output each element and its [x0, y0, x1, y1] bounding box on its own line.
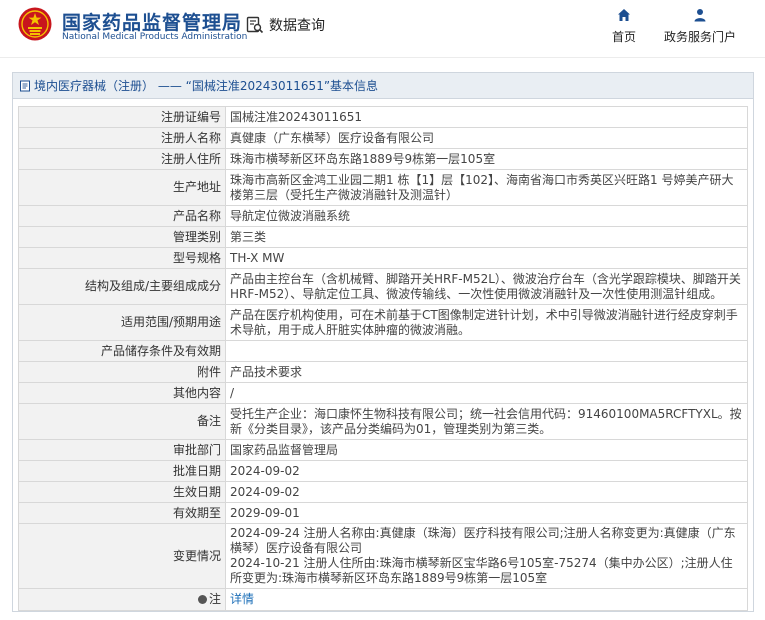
table-row: 审批部门 国家药品监督管理局: [18, 439, 748, 461]
note-value: 详情: [225, 588, 748, 611]
table-row: 适用范围/预期用途 产品在医疗机构使用，可在术前基于CT图像制定进针计划，术中引…: [18, 304, 748, 341]
row-label: 附件: [18, 361, 226, 383]
table-row: 注册人名称 真健康（广东横琴）医疗设备有限公司: [18, 127, 748, 149]
nav-home-button[interactable]: 首页: [606, 8, 642, 45]
table-row: 有效期至 2029-09-01: [18, 502, 748, 524]
table-row: 注 详情: [18, 588, 748, 611]
document-icon: [20, 80, 30, 91]
data-query-icon: [246, 16, 264, 34]
row-label: 其他内容: [18, 382, 226, 404]
nav-portal-label: 政务服务门户: [663, 30, 736, 44]
row-value: 受托生产企业：海口康怀生物科技有限公司；统一社会信用代码：91460100MA5…: [225, 403, 748, 440]
row-value: 导航定位微波消融系统: [225, 205, 748, 227]
row-label: 注册证编号: [18, 106, 226, 128]
row-label: 生产地址: [18, 169, 226, 206]
row-label: 生效日期: [18, 481, 226, 503]
row-label: 备注: [18, 403, 226, 440]
row-label: 结构及组成/主要组成成分: [18, 268, 226, 305]
row-value: 2029-09-01: [225, 502, 748, 524]
panel-title: 境内医疗器械（注册） —— “国械注准20243011651”基本信息: [34, 79, 379, 93]
table-row: 管理类别 第三类: [18, 226, 748, 248]
panel-title-bar: 境内医疗器械（注册） —— “国械注准20243011651”基本信息: [13, 73, 753, 99]
row-label: 产品储存条件及有效期: [18, 340, 226, 362]
brand-name-en: National Medical Products Administration: [62, 32, 248, 42]
info-table: 注册证编号 国械注准20243011651 注册人名称 真健康（广东横琴）医疗设…: [18, 106, 748, 611]
table-row: 产品名称 导航定位微波消融系统: [18, 205, 748, 227]
warning-icon: [197, 595, 207, 604]
row-value: 国械注准20243011651: [225, 106, 748, 128]
row-value: 珠海市高新区金鸿工业园二期1 栋【1】层【102】、海南省海口市秀英区兴旺路1 …: [225, 169, 748, 206]
nav-home-label: 首页: [611, 30, 636, 44]
info-panel: 境内医疗器械（注册） —— “国械注准20243011651”基本信息 注册证编…: [12, 72, 754, 612]
row-value: 真健康（广东横琴）医疗设备有限公司: [225, 127, 748, 149]
row-value: 产品技术要求: [225, 361, 748, 383]
row-label: 审批部门: [18, 439, 226, 461]
table-row: 型号规格 TH-X MW: [18, 247, 748, 269]
row-value: 2024-09-02: [225, 460, 748, 482]
table-row: 注册人住所 珠海市横琴新区环岛东路1889号9栋第一层105室: [18, 148, 748, 170]
row-label: 管理类别: [18, 226, 226, 248]
row-label: 变更情况: [18, 523, 226, 589]
row-value: /: [225, 382, 748, 404]
table-row: 生效日期 2024-09-02: [18, 481, 748, 503]
table-row: 批准日期 2024-09-02: [18, 460, 748, 482]
nav-data-query[interactable]: 数据查询: [246, 15, 325, 35]
home-icon: [618, 9, 630, 21]
change-history-value: 2024-09-24 注册人名称由:真健康（珠海）医疗科技有限公司;注册人名称变…: [225, 523, 748, 589]
table-row: 结构及组成/主要组成成分 产品由主控台车（含机械臂、脚踏开关HRF-M52L）、…: [18, 268, 748, 305]
brand-name-cn: 国家药品监督管理局: [62, 12, 243, 34]
national-emblem-icon: [18, 7, 52, 41]
row-value: TH-X MW: [225, 247, 748, 269]
table-row: 其他内容 /: [18, 382, 748, 404]
row-value: 国家药品监督管理局: [225, 439, 748, 461]
site-header: 国家药品监督管理局 National Medical Products Admi…: [0, 0, 765, 58]
row-label: 适用范围/预期用途: [18, 304, 226, 341]
table-row: 附件 产品技术要求: [18, 361, 748, 383]
table-row: 产品储存条件及有效期: [18, 340, 748, 362]
detail-link[interactable]: 详情: [230, 592, 254, 606]
row-label: 注册人名称: [18, 127, 226, 149]
table-row: 备注 受托生产企业：海口康怀生物科技有限公司；统一社会信用代码：91460100…: [18, 403, 748, 440]
table-row: 注册证编号 国械注准20243011651: [18, 106, 748, 128]
data-query-label: 数据查询: [269, 18, 325, 34]
nav-portal-button[interactable]: 政务服务门户: [660, 8, 740, 45]
user-icon: [694, 9, 706, 22]
row-value: 珠海市横琴新区环岛东路1889号9栋第一层105室: [225, 148, 748, 170]
table-row: 变更情况 2024-09-24 注册人名称由:真健康（珠海）医疗科技有限公司;注…: [18, 523, 748, 589]
row-value: 2024-09-02: [225, 481, 748, 503]
note-label: 注: [208, 592, 221, 606]
note-label-cell: 注: [18, 588, 226, 611]
row-label: 注册人住所: [18, 148, 226, 170]
row-value: [225, 340, 748, 362]
row-value: 第三类: [225, 226, 748, 248]
row-label: 批准日期: [18, 460, 226, 482]
table-row: 生产地址 珠海市高新区金鸿工业园二期1 栋【1】层【102】、海南省海口市秀英区…: [18, 169, 748, 206]
row-value: 产品由主控台车（含机械臂、脚踏开关HRF-M52L）、微波治疗台车（含光学跟踪模…: [225, 268, 748, 305]
row-value: 产品在医疗机构使用，可在术前基于CT图像制定进针计划，术中引导微波消融针进行经皮…: [225, 304, 748, 341]
row-label: 产品名称: [18, 205, 226, 227]
row-label: 型号规格: [18, 247, 226, 269]
row-label: 有效期至: [18, 502, 226, 524]
